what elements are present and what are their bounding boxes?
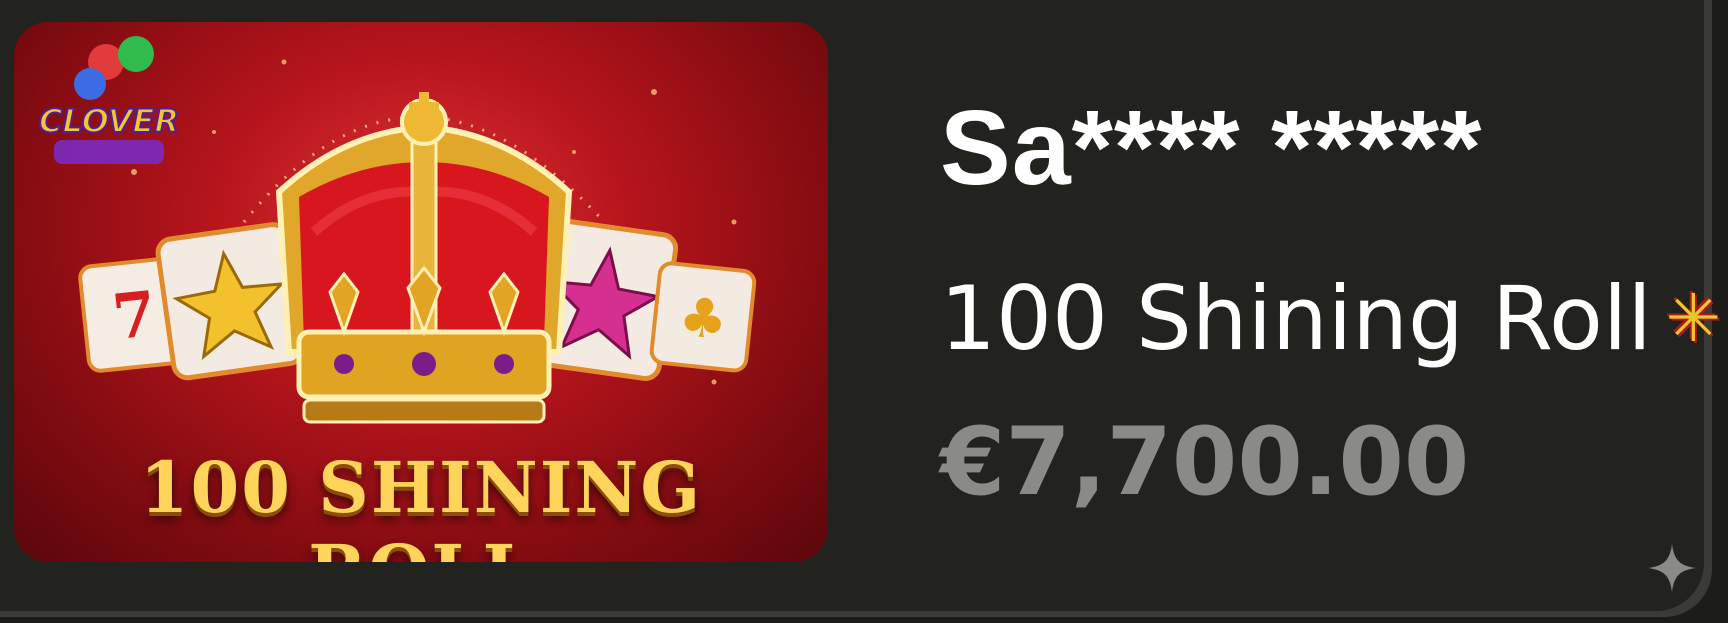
svg-text:♣: ♣ xyxy=(676,285,731,353)
win-amount: €7,700.00 xyxy=(940,408,1470,517)
star-burst-icon: ✳ xyxy=(1665,280,1722,357)
svg-text:CLOVER: CLOVER xyxy=(39,102,179,140)
game-name-row[interactable]: 100 Shining Roll ✳ xyxy=(940,267,1721,370)
win-card[interactable]: 7 ♣ CLOVER 100 SHINING Sa**** ***** 100 … xyxy=(0,0,1721,617)
game-title-art: 100 SHINING ROLL xyxy=(139,446,703,562)
player-name: Sa**** ***** xyxy=(940,89,1483,207)
game-name[interactable]: 100 Shining Roll xyxy=(940,267,1652,370)
sparkle-icon xyxy=(1648,544,1696,592)
svg-text:7: 7 xyxy=(109,277,160,354)
game-thumbnail[interactable]: 7 ♣ CLOVER 100 SHINING xyxy=(14,22,828,562)
